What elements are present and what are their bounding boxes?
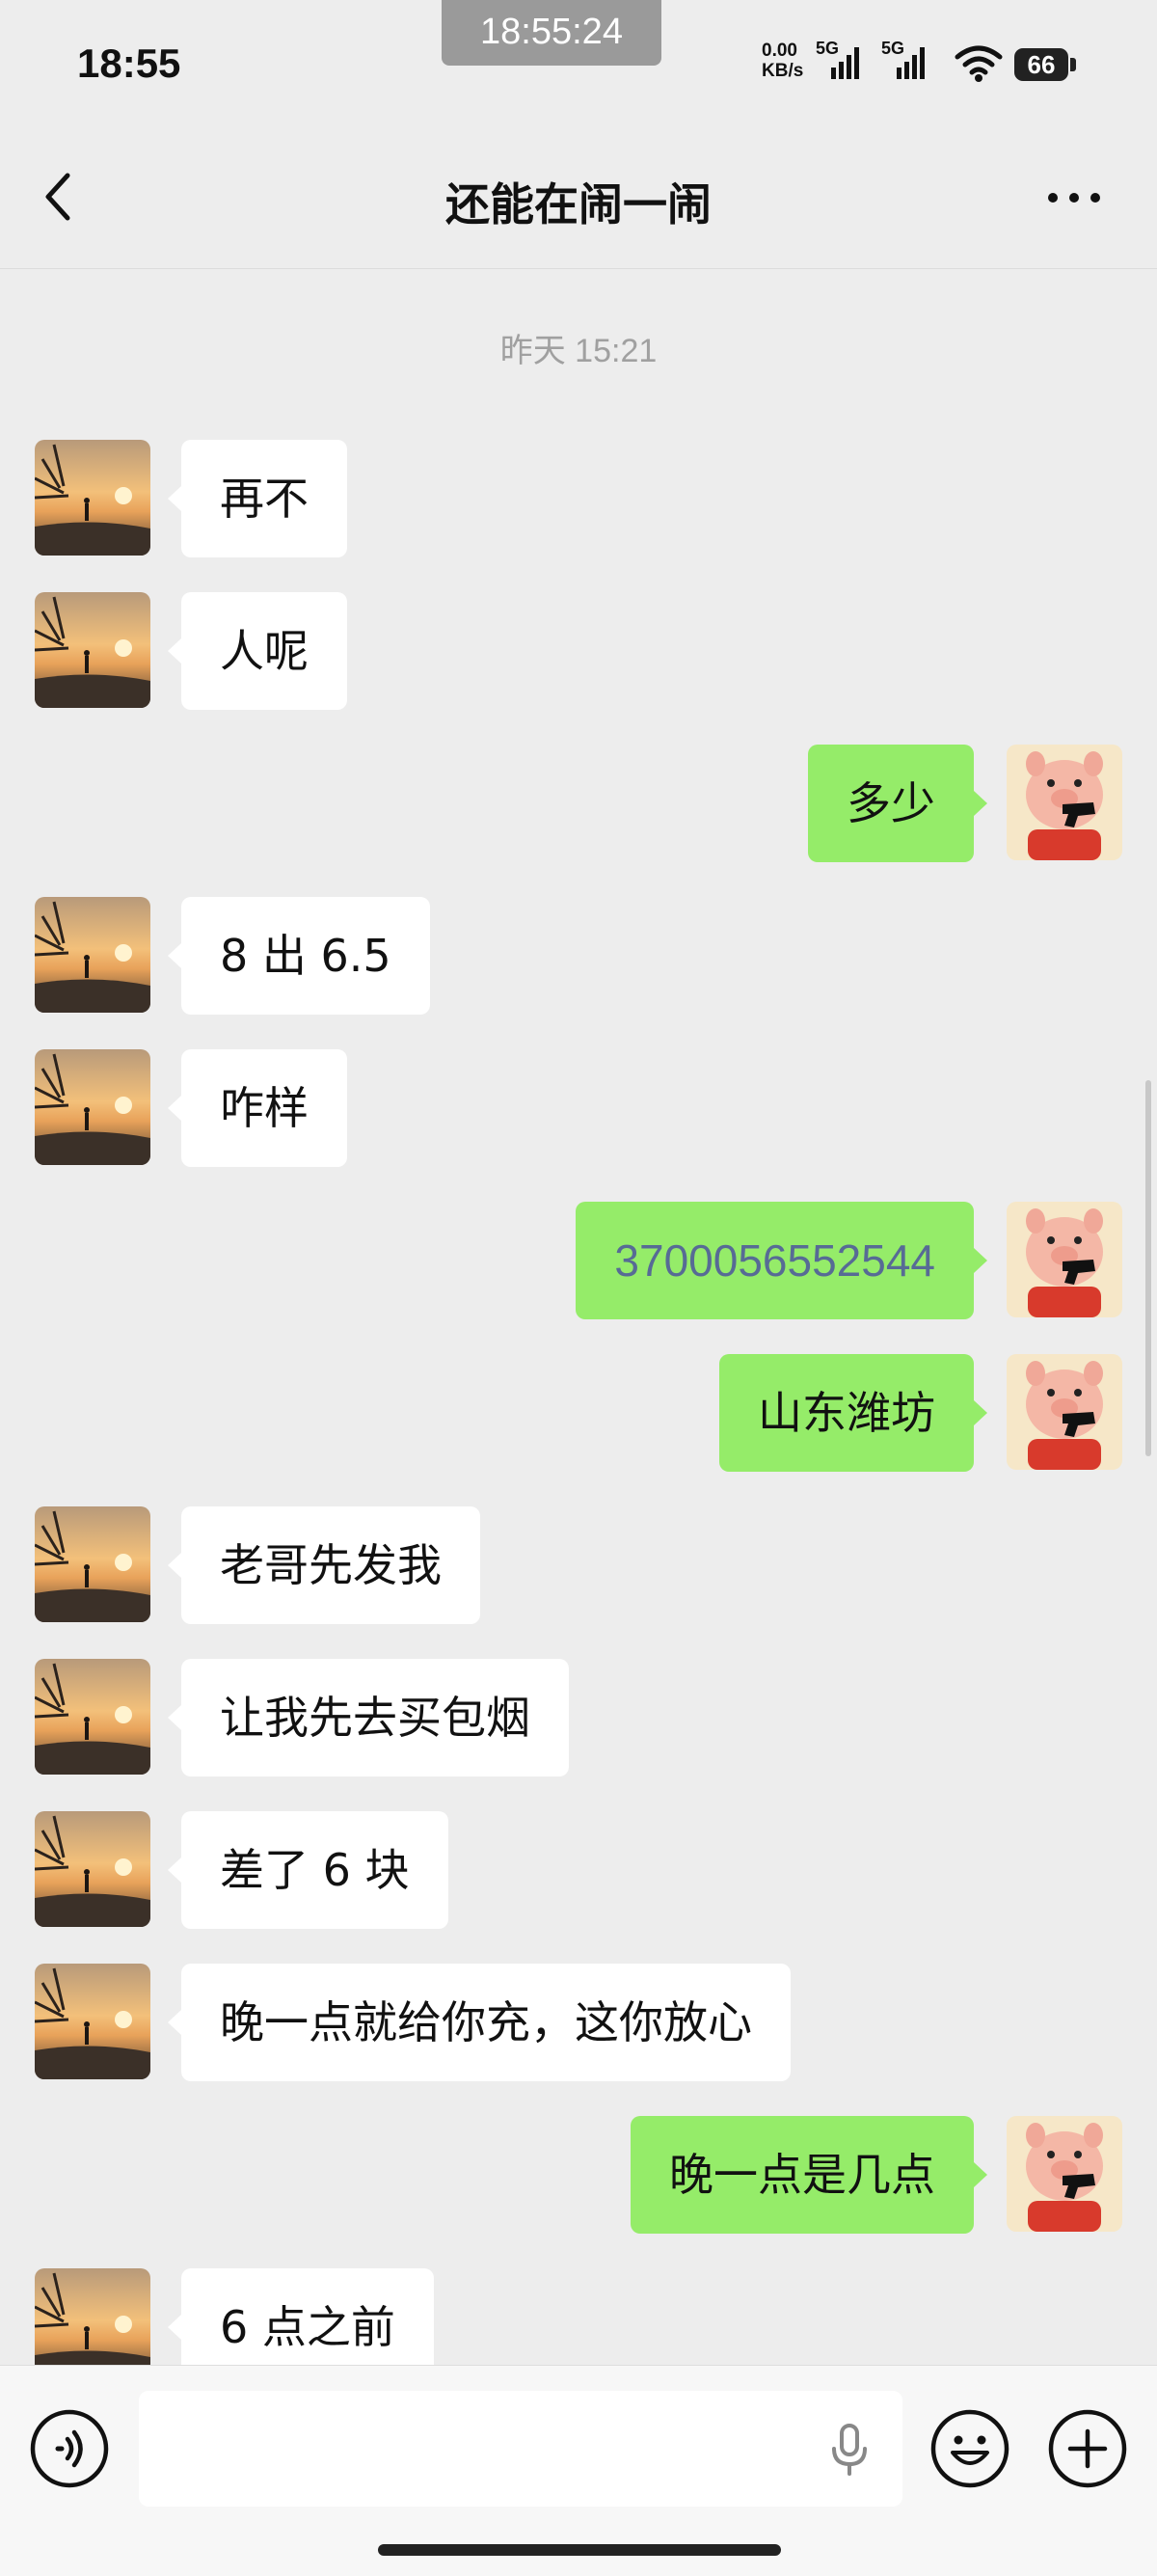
more-dots-icon[interactable]: [1043, 174, 1105, 222]
message-bubble[interactable]: 多少: [808, 745, 987, 862]
message-bubble[interactable]: 老哥先发我: [168, 1506, 480, 1624]
screen-record-timer: 18:55:24: [442, 0, 661, 66]
my-avatar[interactable]: [1007, 1354, 1122, 1470]
status-bar: 18:55 18:55:24 0.00 KB/s 5G 5G 66: [0, 0, 1157, 125]
home-indicator[interactable]: [378, 2544, 781, 2556]
message-bubble[interactable]: 差了 6 块: [168, 1811, 448, 1929]
mic-icon[interactable]: [825, 2422, 874, 2480]
network-speed: 0.00 KB/s: [762, 41, 803, 81]
message-bubble[interactable]: 咋样: [168, 1049, 347, 1167]
contact-avatar[interactable]: [35, 897, 150, 1013]
my-avatar[interactable]: [1007, 745, 1122, 860]
signal-2: 5G: [881, 39, 928, 83]
message-bubble[interactable]: 再不: [168, 440, 347, 557]
status-time: 18:55: [77, 41, 181, 86]
plus-icon[interactable]: [1047, 2408, 1128, 2489]
contact-avatar[interactable]: [35, 1659, 150, 1775]
message-timestamp: 昨天 15:21: [499, 333, 658, 369]
contact-avatar[interactable]: [35, 1964, 150, 2079]
signal-1: 5G: [816, 39, 862, 83]
battery-level: 66: [1014, 48, 1068, 81]
message-incoming: 晚一点就给你充，这你放心: [0, 1964, 1157, 2081]
network-speed-value: 0.00: [762, 41, 797, 61]
message-bubble[interactable]: 让我先去买包烟: [168, 1659, 569, 1776]
message-incoming: 差了 6 块: [0, 1811, 1157, 1929]
message-bubble-link[interactable]: 3700056552544: [576, 1202, 987, 1319]
message-bubble[interactable]: 8 出 6.5: [168, 897, 430, 1015]
wifi-icon: [955, 45, 1003, 82]
message-incoming: 咋样: [0, 1049, 1157, 1167]
contact-avatar[interactable]: [35, 1049, 150, 1165]
message-incoming: 再不: [0, 440, 1157, 557]
contact-avatar[interactable]: [35, 1811, 150, 1927]
emoji-icon[interactable]: [929, 2408, 1010, 2489]
message-incoming: 让我先去买包烟: [0, 1659, 1157, 1776]
contact-avatar[interactable]: [35, 592, 150, 708]
chat-title: 还能在闹一闹: [445, 178, 712, 230]
network-speed-unit: KB/s: [762, 61, 804, 81]
message-incoming: 8 出 6.5: [0, 897, 1157, 1015]
message-incoming: 老哥先发我: [0, 1506, 1157, 1624]
battery-icon: [1070, 58, 1076, 71]
message-outgoing: 山东潍坊: [0, 1354, 1157, 1472]
message-outgoing: 多少: [0, 745, 1157, 862]
message-outgoing: 晚一点是几点: [0, 2116, 1157, 2234]
message-input[interactable]: [139, 2391, 902, 2507]
my-avatar[interactable]: [1007, 2116, 1122, 2232]
message-outgoing: 3700056552544: [0, 1202, 1157, 1319]
voice-icon[interactable]: [29, 2408, 110, 2489]
chat-header: 还能在闹一闹: [0, 125, 1157, 269]
message-bubble[interactable]: 晚一点是几点: [631, 2116, 987, 2234]
message-bubble[interactable]: 山东潍坊: [719, 1354, 987, 1472]
message-bubble[interactable]: 人呢: [168, 592, 347, 710]
my-avatar[interactable]: [1007, 1202, 1122, 1317]
contact-avatar[interactable]: [35, 440, 150, 556]
message-incoming: 人呢: [0, 592, 1157, 710]
cell-signal-icon: [831, 47, 859, 79]
message-bubble[interactable]: 晚一点就给你充，这你放心: [168, 1964, 791, 2081]
contact-avatar[interactable]: [35, 1506, 150, 1622]
cell-signal-icon: [897, 47, 925, 79]
